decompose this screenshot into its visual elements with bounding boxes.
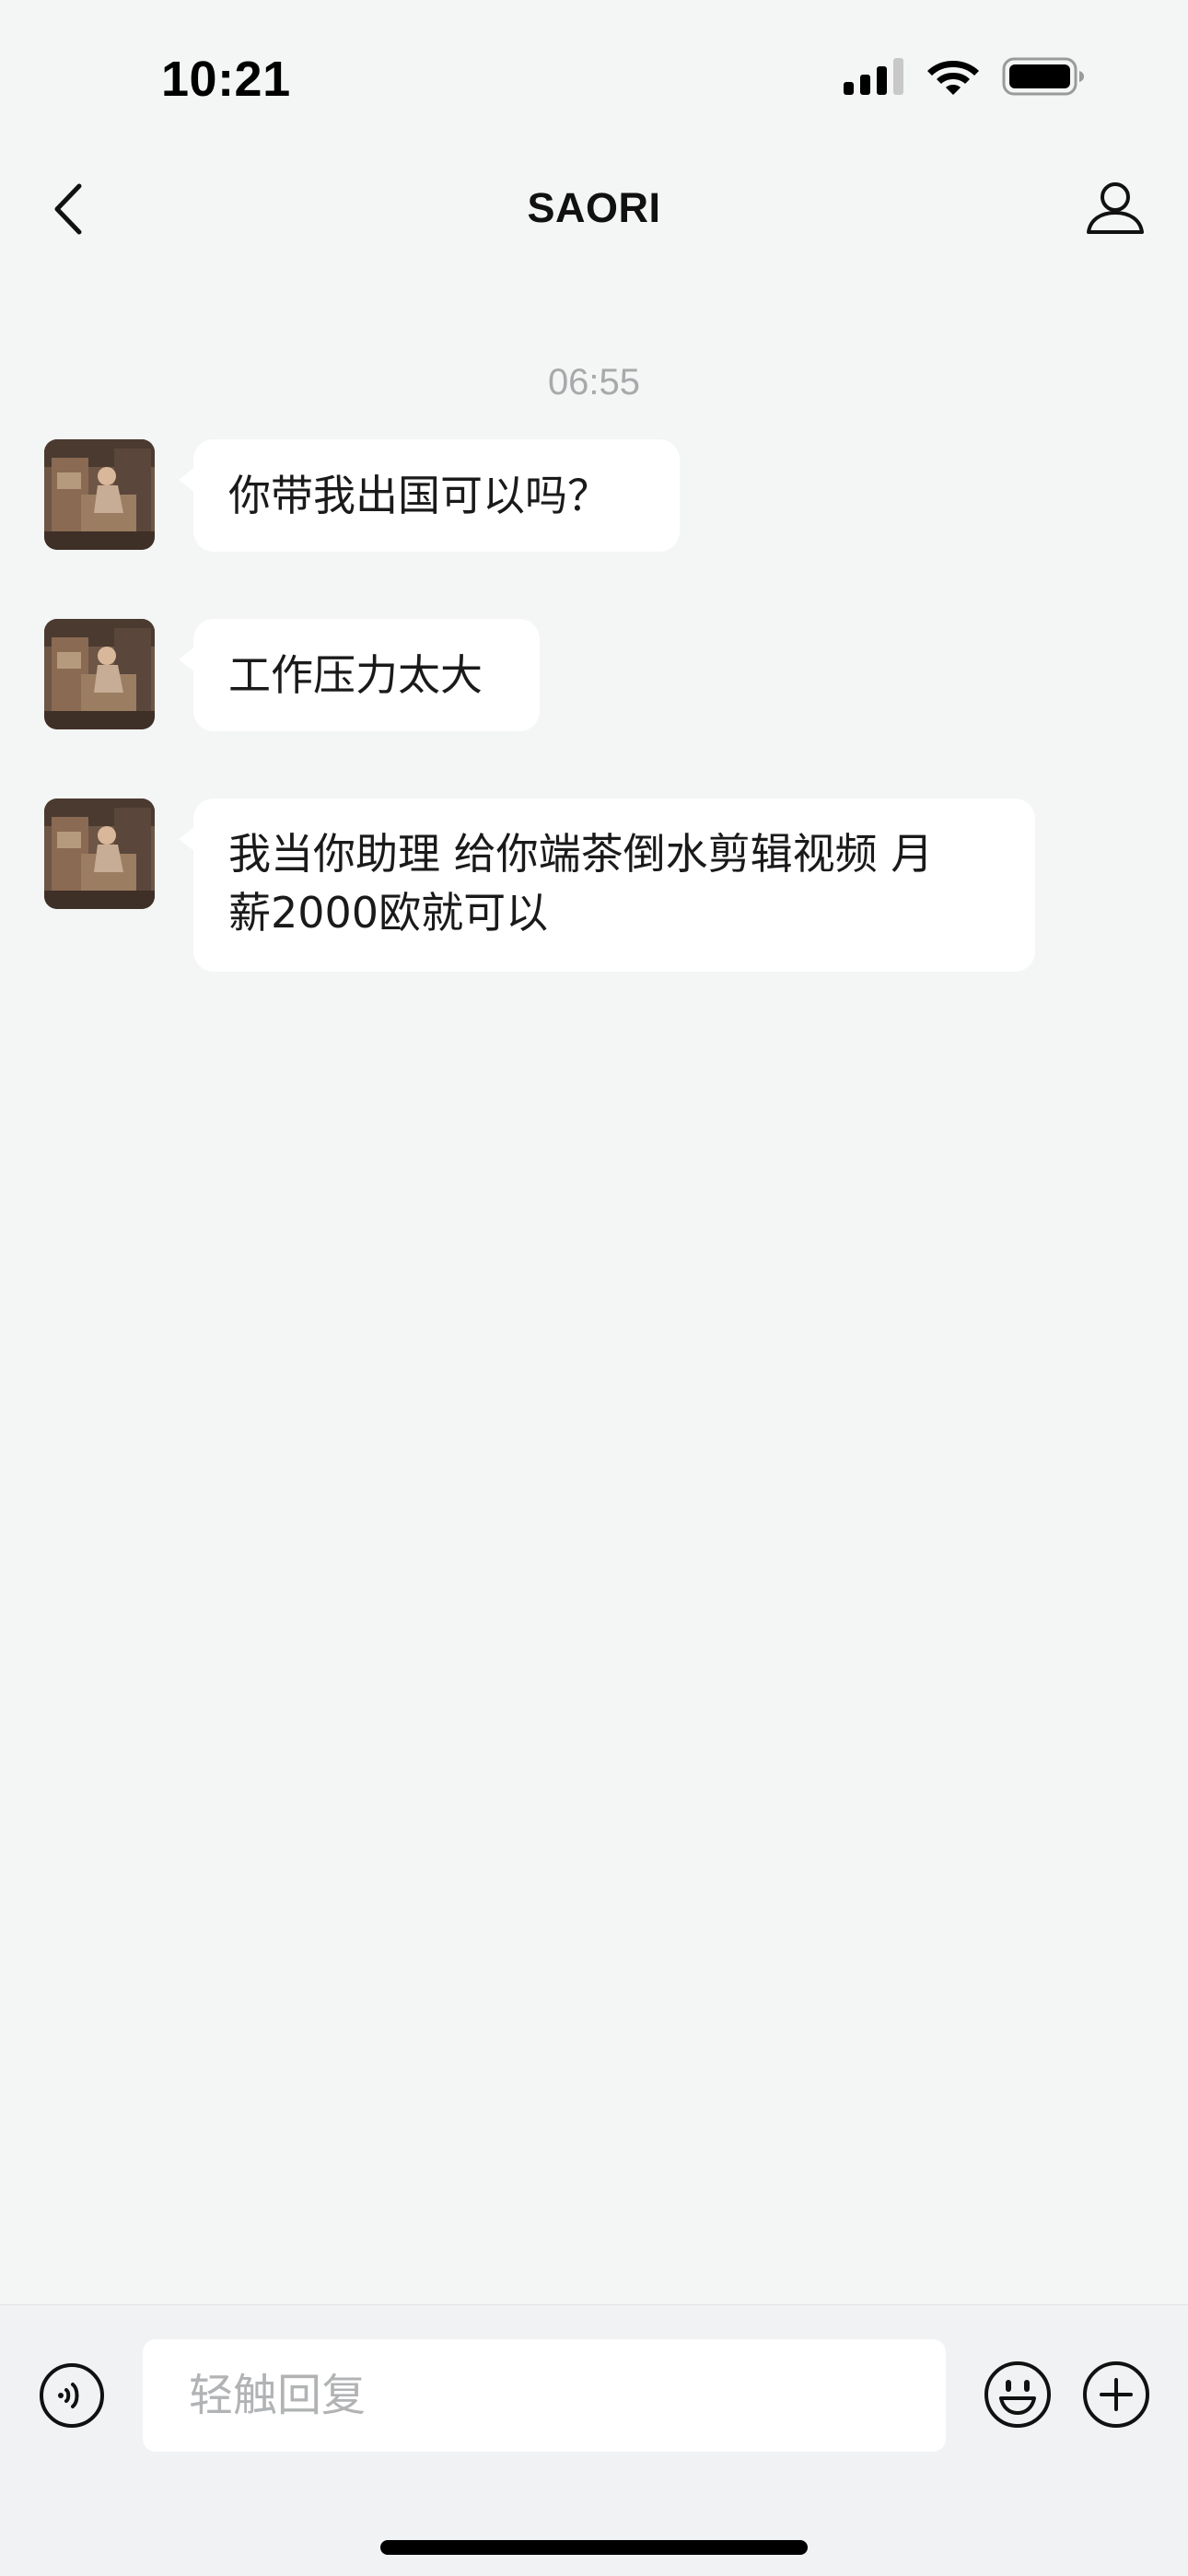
message-bubble[interactable]: 你带我出国可以吗？: [179, 439, 680, 552]
message-text-line: 我当你助理 给你端茶倒水剪辑视频 月: [228, 829, 934, 879]
input-bar: [0, 2304, 1188, 2576]
battery-icon: [1002, 57, 1084, 96]
status-icons: [844, 57, 1085, 96]
avatar-image: [44, 798, 155, 909]
voice-icon: [40, 2363, 104, 2428]
message-bubble[interactable]: 我当你助理 给你端茶倒水剪辑视频 月 薪2000欧就可以: [179, 798, 1035, 972]
bubble-tail: [179, 647, 195, 672]
cellular-signal-icon: [844, 58, 903, 95]
avatar[interactable]: [44, 439, 155, 550]
status-bar: 10:21: [0, 0, 1188, 157]
emoji-button[interactable]: [983, 2360, 1053, 2430]
reply-input[interactable]: [143, 2339, 946, 2452]
nav-bar: SAORI: [0, 157, 1188, 267]
message-text: 工作压力太大: [228, 650, 483, 700]
smiley-icon: [984, 2361, 1051, 2428]
chat-title: SAORI: [527, 184, 661, 231]
home-indicator: [380, 2540, 808, 2555]
avatar-image: [44, 439, 155, 550]
add-button[interactable]: [1081, 2360, 1151, 2430]
message-text-line: 薪2000欧就可以: [228, 888, 549, 938]
avatar-image: [44, 619, 155, 729]
message-text: 你带我出国可以吗？: [228, 471, 610, 520]
message-bubble[interactable]: 工作压力太大: [179, 619, 540, 731]
plus-circle-icon: [1083, 2361, 1149, 2428]
avatar[interactable]: [44, 798, 155, 909]
status-time: 10:21: [161, 52, 291, 107]
profile-button[interactable]: [1083, 177, 1147, 241]
wifi-icon: [927, 61, 979, 95]
bubble-tail: [179, 826, 195, 852]
person-icon: [1087, 182, 1144, 234]
bubble-tail: [179, 467, 195, 493]
voice-button[interactable]: [39, 2362, 105, 2429]
message-timestamp: 06:55: [547, 362, 641, 402]
avatar[interactable]: [44, 619, 155, 729]
